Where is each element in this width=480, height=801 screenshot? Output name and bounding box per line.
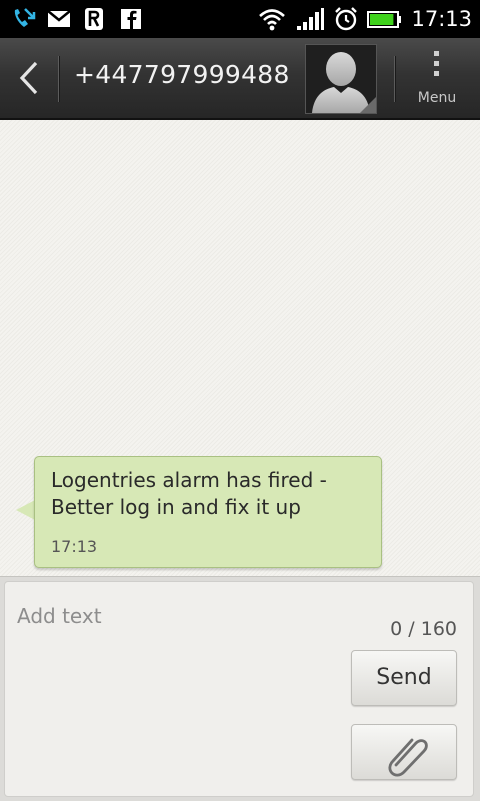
menu-button[interactable]: Menu bbox=[400, 38, 480, 118]
battery-icon bbox=[367, 6, 403, 32]
message-time: 17:13 bbox=[51, 537, 98, 556]
wifi-icon bbox=[257, 6, 287, 32]
back-button[interactable] bbox=[0, 38, 58, 118]
header-divider bbox=[394, 56, 396, 102]
missed-call-icon bbox=[10, 6, 36, 32]
gmail-icon bbox=[46, 6, 72, 32]
chevron-left-icon bbox=[19, 61, 38, 95]
menu-label: Menu bbox=[417, 90, 457, 106]
system-icons: 17:13 bbox=[257, 4, 472, 34]
message-input[interactable] bbox=[17, 596, 337, 636]
r-app-icon bbox=[82, 6, 108, 32]
alarm-icon bbox=[333, 6, 359, 32]
compose-box: 0 / 160 Send bbox=[4, 581, 474, 797]
status-time: 17:13 bbox=[411, 7, 472, 31]
compose-area: 0 / 160 Send bbox=[0, 576, 480, 801]
header-divider bbox=[58, 56, 60, 102]
paperclip-icon bbox=[388, 738, 428, 777]
character-counter: 0 / 160 bbox=[390, 618, 457, 640]
facebook-icon bbox=[118, 6, 144, 32]
signal-icon bbox=[295, 6, 325, 32]
message-bubble[interactable]: Logentries alarm has fired - Better log … bbox=[34, 456, 382, 568]
notification-icons bbox=[10, 6, 144, 32]
bubble-tail bbox=[16, 500, 35, 520]
overflow-menu-icon bbox=[434, 51, 439, 76]
person-silhouette-icon bbox=[312, 52, 376, 113]
send-button[interactable]: Send bbox=[351, 650, 457, 706]
attach-button[interactable] bbox=[351, 724, 457, 780]
conversation-header: +447797999488 Menu bbox=[0, 38, 480, 120]
contact-number: +447797999488 bbox=[74, 60, 290, 89]
status-bar: 17:13 bbox=[0, 0, 480, 38]
contact-avatar[interactable] bbox=[305, 44, 377, 114]
message-text: Logentries alarm has fired - Better log … bbox=[51, 468, 327, 519]
message-list[interactable]: Logentries alarm has fired - Better log … bbox=[0, 120, 480, 576]
